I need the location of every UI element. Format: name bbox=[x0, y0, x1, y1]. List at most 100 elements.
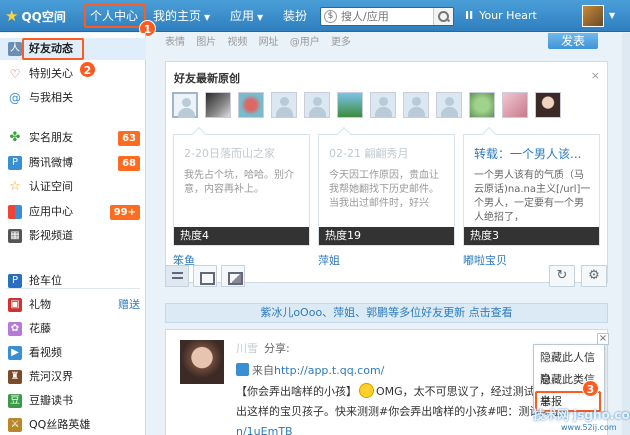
article-notch bbox=[336, 126, 352, 142]
tool-more[interactable]: 更多 bbox=[331, 37, 351, 48]
qzone-logo[interactable]: ★ QQ空间 bbox=[5, 6, 66, 26]
feed-text-title: 【你会弄出啥样的小孩】 bbox=[236, 385, 357, 398]
user-avatar[interactable] bbox=[582, 5, 604, 27]
refresh-icon[interactable]: ↻ bbox=[549, 265, 575, 287]
avatar[interactable] bbox=[238, 92, 264, 118]
nav-personal-center[interactable]: 个人中心 bbox=[84, 0, 146, 32]
original-article-2[interactable]: 02-21 翩翩秀月 今天因工作原因，贵血让我帮她翻找下历史邮件。当我出过邮件时… bbox=[318, 126, 455, 246]
highlight-box-friend-feed bbox=[22, 38, 84, 60]
sidebar-item-verified[interactable]: ☆ 认证空间 bbox=[0, 176, 146, 198]
avatar[interactable] bbox=[337, 92, 363, 118]
dollar-circle-icon: $ bbox=[324, 10, 337, 23]
gear-icon[interactable]: ⚙ bbox=[581, 265, 607, 287]
pause-icon[interactable]: II bbox=[465, 9, 473, 22]
sidebar-item-label: 豆瓣读书 bbox=[29, 394, 73, 407]
from-label: 来自 bbox=[252, 364, 274, 377]
sidebar-item-special-care[interactable]: ♡ 特别关心 bbox=[0, 63, 146, 85]
avatar[interactable] bbox=[271, 92, 297, 118]
avatar[interactable] bbox=[469, 92, 495, 118]
feed-author-name[interactable]: 川雪 bbox=[236, 340, 258, 356]
feed-share-label: 分享: bbox=[264, 342, 290, 355]
article-author-3[interactable]: 嘟啦宝贝 bbox=[463, 252, 507, 268]
sidebar-item-label: 实名朋友 bbox=[29, 131, 73, 144]
avatar[interactable] bbox=[502, 92, 528, 118]
sidebar-item-parking[interactable]: P 抢车位 bbox=[0, 270, 146, 292]
feed-source: 来自http://app.t.qq.com/ bbox=[236, 362, 384, 378]
sidebar-item-related[interactable]: @ 与我相关 bbox=[0, 87, 146, 109]
sidebar-item-real-friends[interactable]: ✤ 实名朋友 63 bbox=[0, 127, 146, 149]
nav-apps[interactable]: 应用 ▼ bbox=[230, 0, 263, 32]
sidebar-item-watch-video[interactable]: ▶ 看视频 bbox=[0, 342, 146, 364]
image-view-icon[interactable] bbox=[221, 265, 245, 287]
scrollbar[interactable] bbox=[622, 33, 630, 435]
article-excerpt: 一个男人该有的气质（马云原话)na.na主义[/url]一个男人，一定要有一个男… bbox=[474, 170, 591, 223]
sidebar-item-silk-road[interactable]: ⚔ QQ丝路英雄 bbox=[0, 414, 146, 435]
music-player[interactable]: II Your Heart bbox=[465, 0, 537, 32]
sidebar-item-chess[interactable]: ♜ 荒河汉界 bbox=[0, 366, 146, 388]
count-badge: 68 bbox=[118, 156, 140, 171]
publish-button[interactable]: 发表 bbox=[548, 33, 598, 49]
list-view-icon[interactable] bbox=[165, 265, 189, 287]
article-title[interactable]: 转载：一个男人该... bbox=[474, 145, 581, 162]
tool-image[interactable]: 图片 bbox=[196, 37, 216, 48]
avatar[interactable] bbox=[403, 92, 429, 118]
nav-decorate[interactable]: 装扮 bbox=[283, 0, 307, 32]
article-excerpt: 今天因工作原因，贵血让我帮她翻找下历史邮件。当我出过邮件时，好兴 bbox=[329, 170, 439, 209]
sidebar-item-label: 腾讯微博 bbox=[29, 156, 73, 169]
menu-item-hide-person[interactable]: 隐藏此人信息 bbox=[534, 347, 604, 386]
logo-text: QQ空间 bbox=[21, 9, 66, 24]
tool-emoji[interactable]: 表情 bbox=[165, 37, 185, 48]
article-title[interactable]: 2-20日落而山之家 bbox=[184, 145, 275, 161]
watermark-line-2: www.52ij.com bbox=[561, 423, 617, 432]
nav-my-home-label: 我的主页 bbox=[153, 9, 202, 23]
at-icon: @ bbox=[9, 91, 21, 105]
avatar[interactable] bbox=[436, 92, 462, 118]
tool-at-user[interactable]: @用户 bbox=[290, 37, 320, 48]
avatar[interactable] bbox=[205, 92, 231, 118]
clover-icon: ✤ bbox=[9, 130, 21, 145]
video-icon: ▶ bbox=[8, 346, 22, 360]
film-icon: ▦ bbox=[8, 229, 22, 243]
sidebar-item-label: QQ丝路英雄 bbox=[29, 418, 91, 431]
highlight-box-personal bbox=[84, 4, 146, 28]
feed-short-link[interactable]: n/1uEmTB bbox=[236, 425, 293, 435]
music-title: Your Heart bbox=[479, 9, 537, 22]
sidebar: 人 好友动态 ♡ 特别关心 @ 与我相关 ✤ 实名朋友 63 P 腾讯微博 68… bbox=[0, 33, 146, 435]
sidebar-item-flower[interactable]: ✿ 花藤 bbox=[0, 318, 146, 340]
avatar[interactable] bbox=[180, 340, 224, 384]
sidebar-item-gift[interactable]: ▣ 礼物 赠送 bbox=[0, 294, 146, 316]
avatar[interactable] bbox=[172, 92, 198, 118]
weibo-icon: P bbox=[8, 156, 22, 170]
send-gift-link[interactable]: 赠送 bbox=[118, 294, 140, 316]
book-icon: 豆 bbox=[8, 394, 22, 408]
nav-my-home[interactable]: 我的主页 ▼ bbox=[153, 0, 210, 32]
article-notch bbox=[481, 126, 497, 142]
original-article-1[interactable]: 2-20日落而山之家 我先占个坑，哈哈。别介意，内容再补上。 热度4 bbox=[173, 126, 310, 246]
friends-update-notice[interactable]: 紫冰儿oOoo、萍姐、郭鹏等多位好友更新 点击查看 bbox=[165, 303, 608, 323]
sidebar-item-weibo[interactable]: P 腾讯微博 68 bbox=[0, 152, 146, 174]
source-link[interactable]: http://app.t.qq.com/ bbox=[274, 364, 384, 377]
chevron-down-icon[interactable]: ▼ bbox=[609, 0, 615, 32]
sidebar-item-label: 认证空间 bbox=[29, 180, 73, 193]
heat-label: 热度3 bbox=[464, 227, 599, 245]
tool-video[interactable]: 视频 bbox=[227, 37, 247, 48]
flower-icon: ✿ bbox=[8, 322, 22, 336]
sidebar-item-label: 礼物 bbox=[29, 298, 51, 311]
smiley-icon bbox=[359, 383, 374, 398]
sidebar-item-video-channel[interactable]: ▦ 影视频道 bbox=[0, 225, 146, 247]
original-article-3[interactable]: 转载：一个男人该... 一个男人该有的气质（马云原话)na.na主义[/url]… bbox=[463, 126, 600, 246]
article-title[interactable]: 02-21 翩翩秀月 bbox=[329, 145, 408, 161]
close-icon[interactable]: × bbox=[591, 69, 600, 82]
search-icon[interactable] bbox=[433, 8, 453, 25]
avatar[interactable] bbox=[304, 92, 330, 118]
sidebar-item-douban[interactable]: 豆 豆瓣读书 bbox=[0, 390, 146, 412]
qq-app-icon bbox=[236, 363, 249, 376]
tool-url[interactable]: 网址 bbox=[259, 37, 279, 48]
avatar[interactable] bbox=[535, 92, 561, 118]
article-author-2[interactable]: 萍姐 bbox=[318, 252, 340, 268]
search-input[interactable] bbox=[341, 9, 431, 24]
sidebar-item-label: 应用中心 bbox=[29, 205, 73, 218]
film-view-icon[interactable] bbox=[193, 265, 217, 287]
avatar[interactable] bbox=[370, 92, 396, 118]
sidebar-item-app-center[interactable]: 应用中心 99+ bbox=[0, 201, 146, 223]
